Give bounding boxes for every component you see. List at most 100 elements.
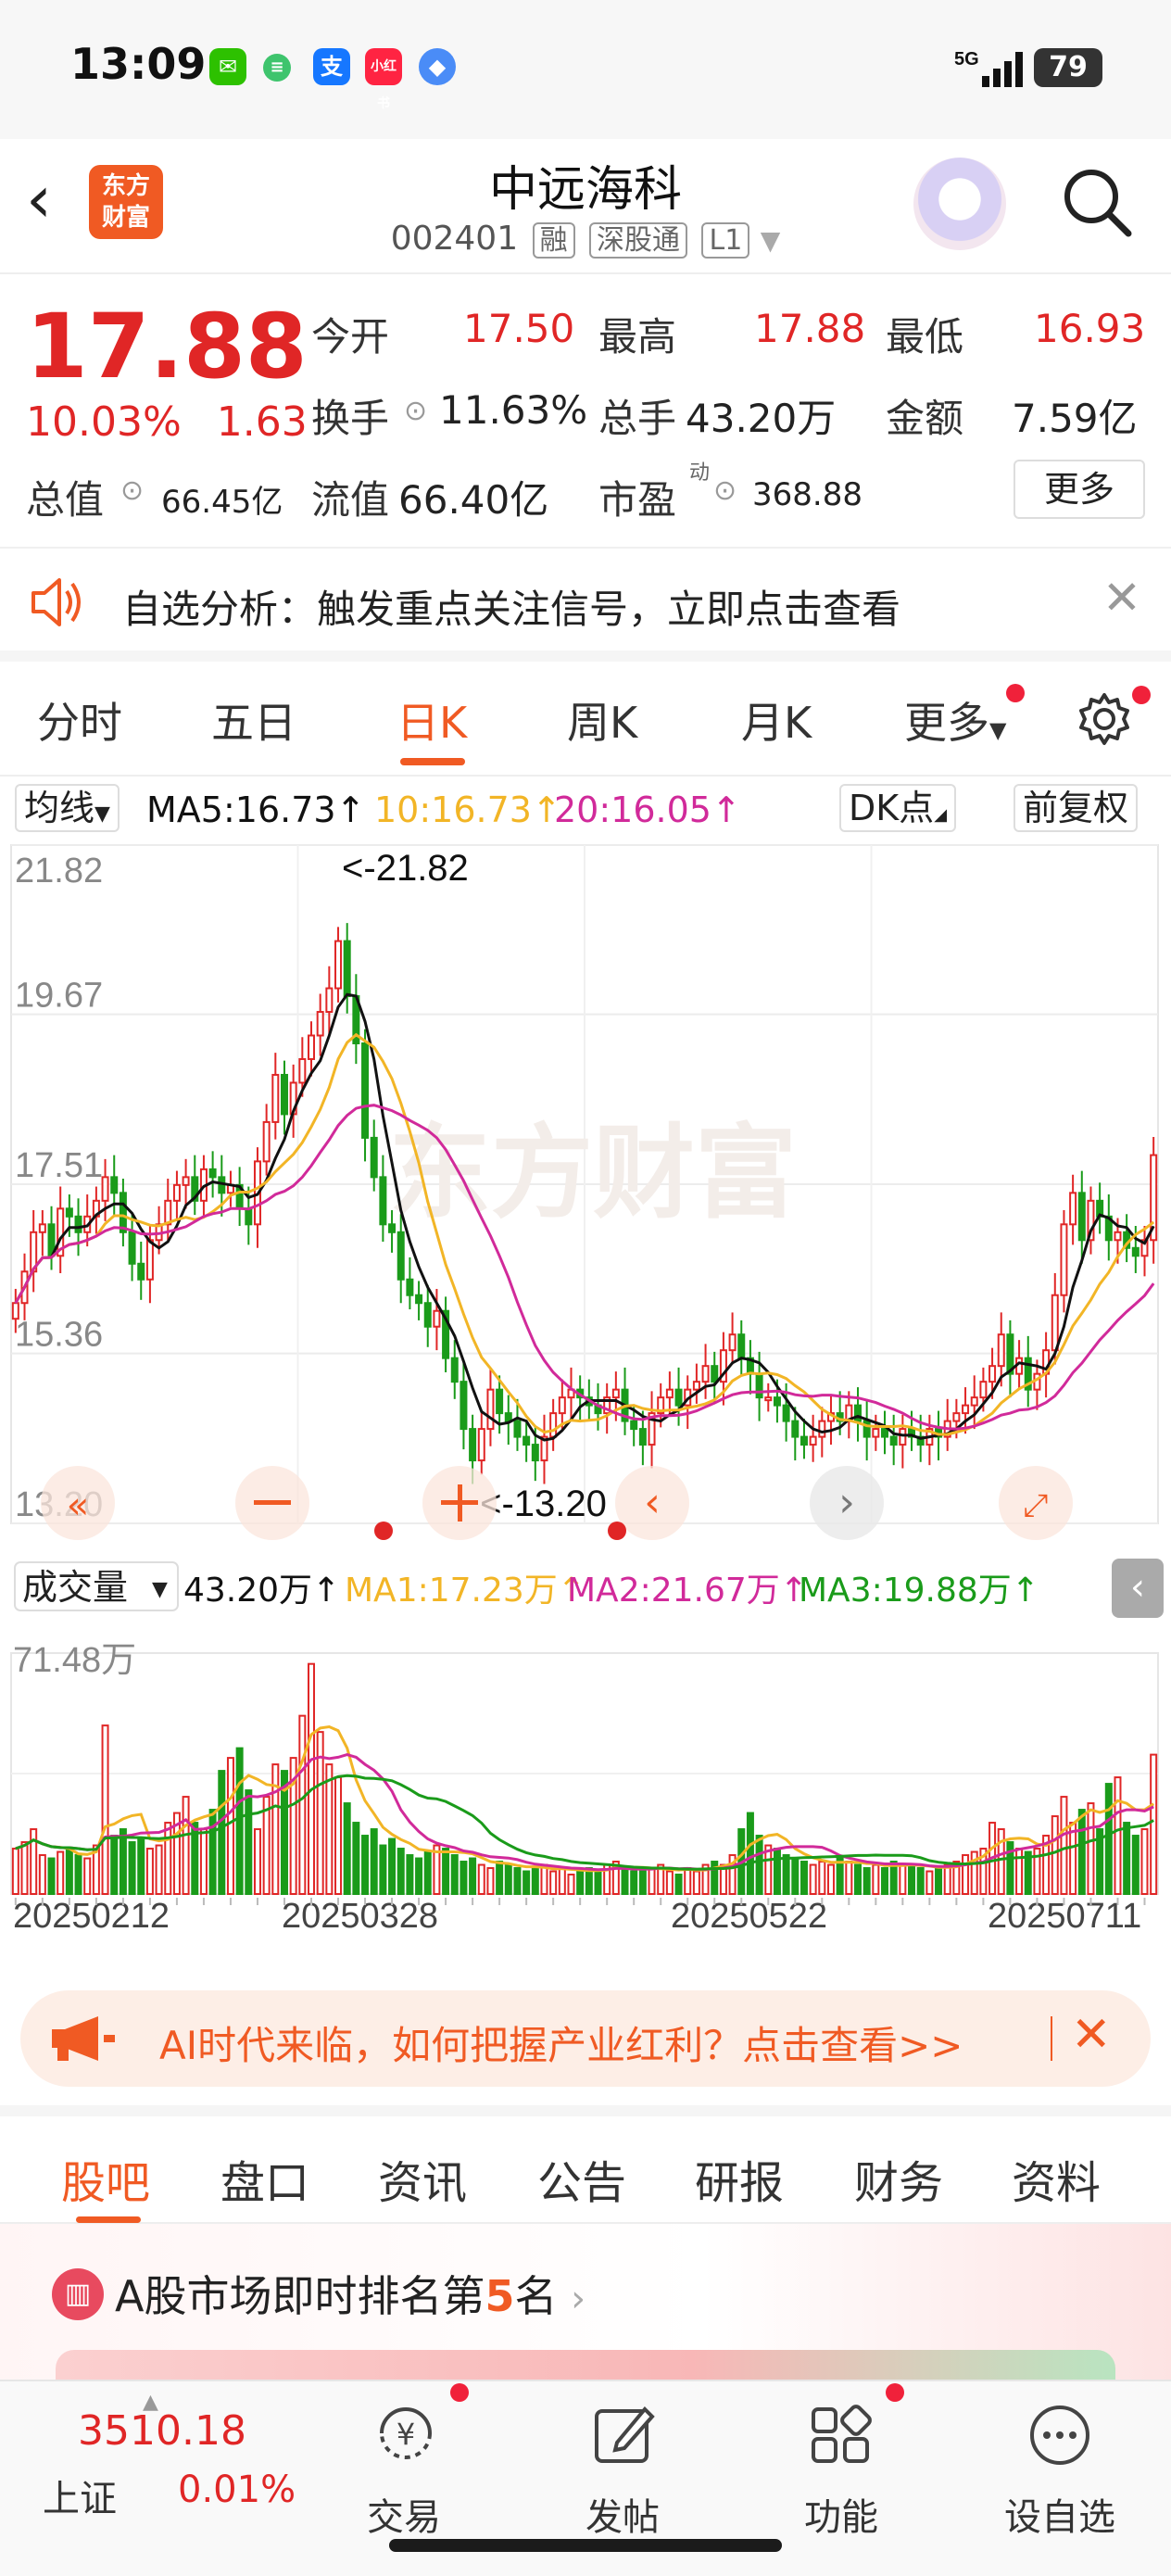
ma-selector-label: 均线 <box>24 788 95 828</box>
volume-bar-up <box>943 1863 951 1896</box>
ma-selector[interactable]: 均线▼ <box>15 784 120 832</box>
marker-dot <box>608 1522 626 1540</box>
tab-weekly-k[interactable]: 周K <box>567 689 637 751</box>
tab-pankou[interactable]: 盘口 <box>220 2146 309 2211</box>
home-indicator <box>389 2539 782 2552</box>
active-tab-underline <box>400 758 465 765</box>
minus-icon <box>254 1500 291 1505</box>
market-rank-card[interactable]: ▥ A股市场即时排名第5名 › <box>0 2224 1171 2387</box>
network-label: 5G <box>954 49 979 69</box>
info-icon[interactable]: ⊙ <box>120 474 144 507</box>
alipay-icon: 支 <box>313 48 350 85</box>
tab-research[interactable]: 研报 <box>695 2146 784 2211</box>
volume-bar-up <box>57 1850 65 1895</box>
volume-bar-down <box>406 1854 414 1896</box>
y-tick-label: 19.67 <box>15 977 103 1016</box>
chevron-left-icon: ‹ <box>644 1479 661 1526</box>
volume-bar-up <box>962 1854 970 1896</box>
volume-max-label: 71.48万 <box>13 1641 136 1680</box>
change-amount: 1.63 <box>216 398 308 446</box>
volume-bar-down <box>397 1848 405 1896</box>
index-change[interactable]: 0.01% <box>178 2469 296 2511</box>
candle-up <box>172 1183 181 1202</box>
candle-up <box>962 1404 970 1415</box>
candle-up <box>979 1381 988 1399</box>
index-value[interactable]: 3510.18 <box>78 2407 246 2455</box>
total-value-label: 总值 <box>26 477 105 523</box>
index-name[interactable]: 上证 <box>43 2469 117 2522</box>
rank-prefix: A股市场即时排名第 <box>115 2271 485 2321</box>
search-icon[interactable] <box>1060 165 1134 239</box>
signal-icon: 5G <box>954 49 1023 87</box>
status-time: 13:09 <box>70 39 207 89</box>
volume-bar-down <box>1131 1835 1140 1895</box>
tab-announcements[interactable]: 公告 <box>537 2146 626 2211</box>
tab-daily-k[interactable]: 日K <box>397 689 467 751</box>
more-dots-icon[interactable] <box>1026 2402 1093 2469</box>
volume-bar-up <box>826 1863 835 1896</box>
candle-down <box>343 940 351 998</box>
nav-add-watchlist[interactable]: 设自选 <box>986 2487 1134 2541</box>
ai-promo-banner[interactable]: AI时代来临，如何把握产业红利？点击查看>> ✕ <box>20 1990 1151 2087</box>
double-chevron-left-icon: « <box>67 1484 89 1527</box>
more-button[interactable]: 更多 <box>1014 460 1145 519</box>
tab-five-day[interactable]: 五日 <box>211 689 296 751</box>
candle-down <box>638 1428 647 1446</box>
settings-gear-icon[interactable] <box>1075 689 1134 749</box>
watermark-text: 东方财富 <box>389 1114 797 1232</box>
tag-margin: 融 <box>532 222 575 259</box>
robot-assistant-icon[interactable] <box>913 158 1006 250</box>
candle-down <box>379 1176 387 1226</box>
volume-bar-up <box>1087 1802 1095 1896</box>
candle-down <box>460 1381 468 1431</box>
candle-up <box>316 1011 324 1037</box>
volume-bar-down <box>460 1861 468 1895</box>
date-axis-labels: 20250212 20250328 20250522 20250711 <box>13 1897 1146 1936</box>
kline-chart-svg[interactable]: 东方财富 21.8219.6717.5115.3613.20 <-21.82 <… <box>0 838 1171 1977</box>
tab-profile[interactable]: 资料 <box>1012 2146 1101 2211</box>
nav-trade[interactable]: 交易 <box>330 2487 478 2541</box>
current-price: 17.88 <box>26 295 308 398</box>
volume-bar-up <box>818 1861 826 1895</box>
close-icon[interactable]: ✕ <box>1102 571 1141 625</box>
volume-bar-down <box>773 1848 781 1896</box>
volume-bar-up <box>271 1763 280 1895</box>
compose-icon[interactable] <box>591 2402 656 2467</box>
volume-bar-down <box>576 1870 585 1895</box>
tab-guba[interactable]: 股吧 <box>61 2146 150 2211</box>
candle-down <box>361 1042 370 1139</box>
volume-bar-down <box>361 1835 370 1895</box>
tab-news[interactable]: 资讯 <box>378 2146 467 2211</box>
adjust-selector[interactable]: 前复权 <box>1014 784 1139 832</box>
candle-down <box>469 1428 477 1462</box>
tab-more[interactable]: 更多▼ <box>904 689 1006 751</box>
close-icon[interactable]: ✕ <box>1071 2007 1112 2063</box>
info-icon[interactable]: ⊙ <box>713 474 737 507</box>
tab-intraday[interactable]: 分时 <box>37 689 122 751</box>
volume-bar-up <box>684 1867 692 1895</box>
dk-point-selector[interactable]: DK点◢ <box>839 784 957 832</box>
volume-bar-up <box>540 1863 548 1896</box>
nav-post[interactable]: 发帖 <box>548 2487 697 2541</box>
volume-bar-up <box>1015 1848 1024 1896</box>
apps-grid-icon[interactable] <box>808 2402 875 2467</box>
notification-dot <box>886 2383 904 2402</box>
info-icon[interactable]: ⊙ <box>404 395 427 427</box>
volume-bar-down <box>415 1857 423 1896</box>
tab-monthly-k[interactable]: 月K <box>741 689 812 751</box>
analysis-alert[interactable]: 自选分析：触发重点关注信号，立即点击查看 ✕ <box>0 547 1171 662</box>
candle-up <box>1069 1192 1077 1226</box>
volume-bar-up <box>1051 1815 1059 1895</box>
nav-functions[interactable]: 功能 <box>767 2487 915 2541</box>
volume-bar-up <box>997 1828 1005 1896</box>
trade-icon[interactable]: ¥ <box>369 2402 443 2465</box>
volume-bar-down <box>496 1861 504 1895</box>
tab-finance[interactable]: 财务 <box>854 2146 943 2211</box>
notification-dot <box>1132 686 1151 704</box>
volume-bar-up <box>567 1874 575 1896</box>
candle-down <box>630 1420 638 1431</box>
kline-chart-area[interactable]: 东方财富 21.8219.6717.5115.3613.20 <-21.82 <… <box>0 838 1171 1977</box>
volume-bar-up <box>199 1828 208 1896</box>
volume-bar-down <box>137 1837 145 1896</box>
volume-bar-up <box>1060 1796 1068 1896</box>
